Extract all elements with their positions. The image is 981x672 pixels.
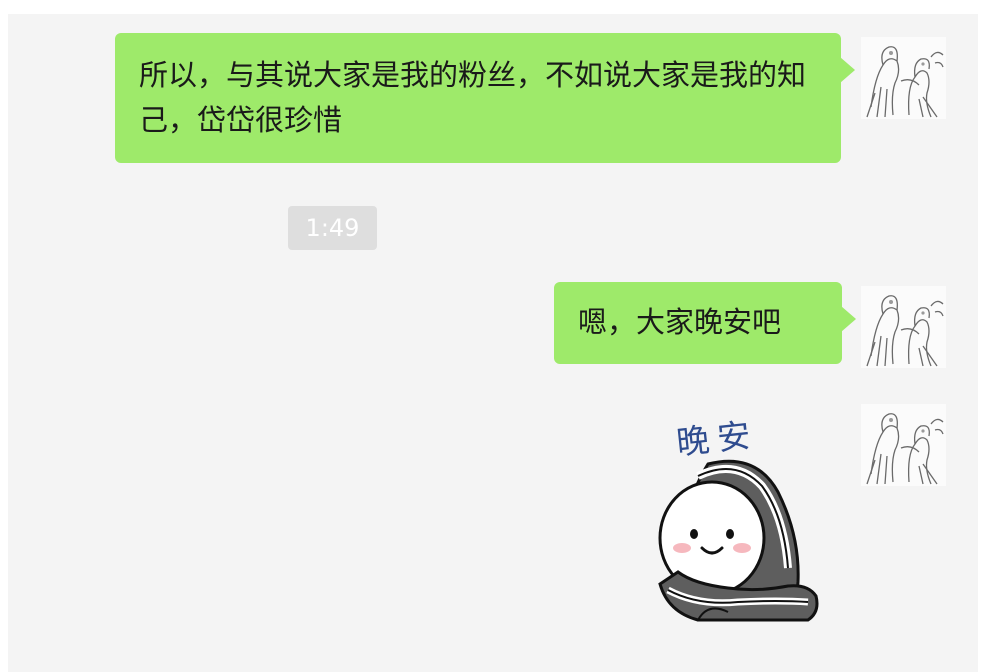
user-avatar[interactable] (861, 37, 946, 119)
message-bubble-2[interactable]: 嗯，大家晚安吧 (554, 282, 856, 364)
message-text-1: 所以，与其说大家是我的粉丝，不如说大家是我的知己，岱岱很珍惜 (139, 58, 807, 137)
bubble-tail (841, 306, 856, 332)
sticker-message[interactable]: 晚安 (638, 412, 828, 642)
user-avatar[interactable] (861, 286, 946, 368)
message-bubble-1[interactable]: 所以，与其说大家是我的粉丝，不如说大家是我的知己，岱岱很珍惜 (115, 33, 855, 163)
avatar-sketch-icon (861, 37, 946, 119)
user-avatar[interactable] (861, 404, 946, 486)
timestamp-badge: 1:49 (288, 206, 377, 250)
avatar-sketch-icon (861, 286, 946, 368)
chat-panel[interactable]: 所以，与其说大家是我的粉丝，不如说大家是我的知己，岱岱很珍惜 1:49 嗯，大家… (8, 14, 978, 672)
message-text-2: 嗯，大家晚安吧 (578, 305, 782, 339)
bubble-tail (840, 57, 855, 83)
sleepy-blanket-dumpling-icon (658, 459, 819, 622)
avatar-sketch-icon (861, 404, 946, 486)
